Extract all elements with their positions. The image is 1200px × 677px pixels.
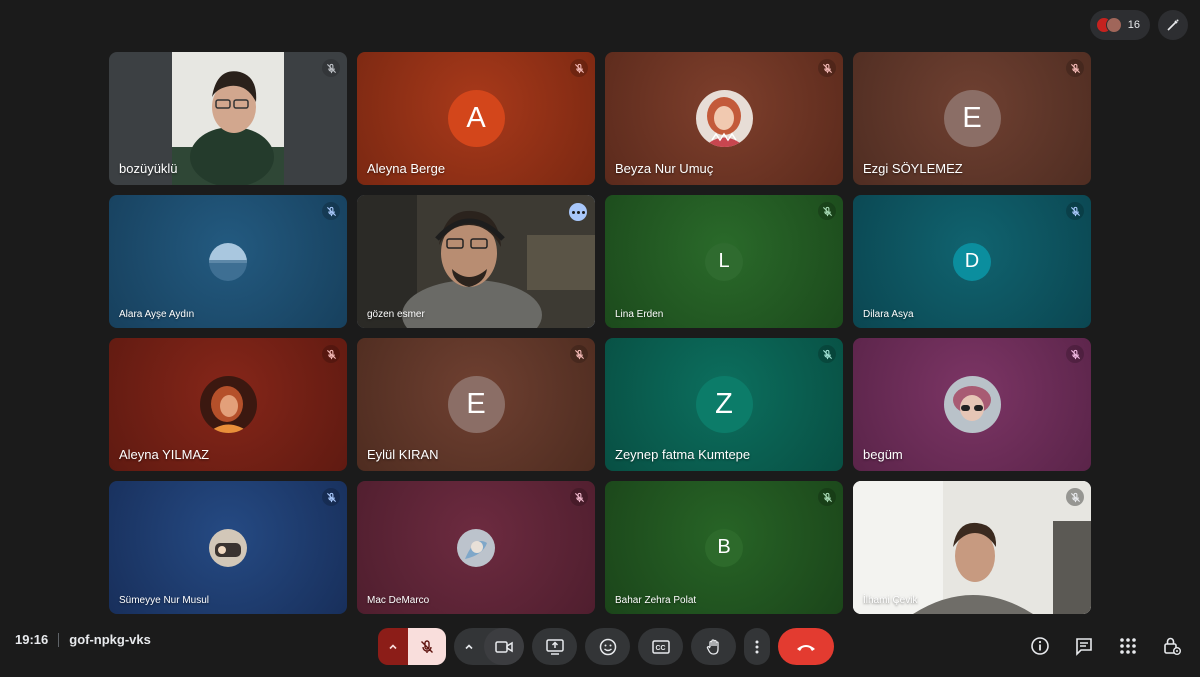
mic-control <box>378 628 446 665</box>
mic-off-icon <box>322 59 340 77</box>
participant-name: Beyza Nur Umuç <box>615 161 714 176</box>
apps-icon[interactable] <box>1116 634 1140 658</box>
present-screen-icon[interactable] <box>532 628 577 665</box>
mic-off-icon <box>570 488 588 506</box>
participant-tile[interactable]: Mac DeMarco <box>357 481 595 614</box>
camera-icon[interactable] <box>484 628 524 665</box>
mic-off-icon <box>570 59 588 77</box>
mic-off-icon <box>818 488 836 506</box>
avatar <box>457 528 495 567</box>
avatar <box>695 90 753 147</box>
chat-icon[interactable] <box>1072 634 1096 658</box>
participant-name: Aleyna Berge <box>367 161 446 176</box>
host-controls-icon[interactable] <box>1160 634 1184 658</box>
hand-icon[interactable] <box>691 628 736 665</box>
participant-name: Eylül KIRAN <box>367 447 439 462</box>
participant-tile[interactable]: D Dilara Asya <box>853 195 1091 328</box>
meeting-info: 19:16 gof-npkg-vks <box>15 632 151 647</box>
call-end-icon[interactable] <box>778 628 834 665</box>
mic-off-icon <box>322 488 340 506</box>
avatar <box>199 376 257 433</box>
participant-name: Aleyna YILMAZ <box>119 447 210 462</box>
meeting-time: 19:16 <box>15 632 49 647</box>
avatar: Z <box>695 376 753 433</box>
participant-tile[interactable]: Z Zeynep fatma Kumtepe <box>605 338 843 471</box>
participant-tile[interactable]: Sümeyye Nur Musul <box>109 481 347 614</box>
camera-control <box>454 628 524 665</box>
participants-button[interactable]: 16 <box>1089 10 1150 40</box>
participant-tile[interactable]: Alara Ayşe Aydın <box>109 195 347 328</box>
participant-avatars <box>1095 17 1122 33</box>
mic-off-icon <box>818 345 836 363</box>
participant-name: Ezgi SÖYLEMEZ <box>863 161 963 176</box>
divider <box>58 632 60 647</box>
mic-off-icon <box>818 59 836 77</box>
avatar <box>943 376 1001 433</box>
participant-tile[interactable]: Aleyna YILMAZ <box>109 338 347 471</box>
avatar <box>209 242 247 281</box>
info-icon[interactable] <box>1028 634 1052 658</box>
captions-icon[interactable]: CC <box>638 628 683 665</box>
mic-off-icon <box>322 345 340 363</box>
participant-grid: bozüyüklü A Aleyna Berge Beyza Nur Umuç … <box>109 52 1091 614</box>
mic-options-chevron-icon[interactable] <box>378 628 408 665</box>
participant-tile[interactable]: begüm <box>853 338 1091 471</box>
participant-tile[interactable]: E Ezgi SÖYLEMEZ <box>853 52 1091 185</box>
mic-off-icon <box>322 202 340 220</box>
side-panel-controls <box>1028 634 1184 658</box>
participant-name: Mac DeMarco <box>367 595 430 606</box>
participant-tile[interactable]: gözen esmer <box>357 195 595 328</box>
call-controls: CC <box>378 628 834 665</box>
more-options-icon[interactable] <box>569 203 587 221</box>
avatar <box>209 528 247 567</box>
participant-tile[interactable]: B Bahar Zehra Polat <box>605 481 843 614</box>
svg-text:CC: CC <box>655 645 665 652</box>
participant-name: Lina Erden <box>615 309 664 320</box>
participant-tile[interactable]: L Lina Erden <box>605 195 843 328</box>
camera-options-chevron-icon[interactable] <box>454 628 484 665</box>
participant-name: Zeynep fatma Kumtepe <box>615 447 751 462</box>
avatar: E <box>447 376 505 433</box>
participant-name: begüm <box>863 447 903 462</box>
participant-count: 16 <box>1127 19 1140 31</box>
avatar: D <box>953 242 991 281</box>
mic-off-icon <box>1066 488 1084 506</box>
mic-off-icon[interactable] <box>408 628 446 665</box>
participant-tile[interactable]: E Eylül KIRAN <box>357 338 595 471</box>
mic-off-icon <box>818 202 836 220</box>
participant-tile[interactable]: Beyza Nur Umuç <box>605 52 843 185</box>
mic-off-icon <box>1066 202 1084 220</box>
pen-icon[interactable] <box>1158 10 1188 40</box>
participant-name: Dilara Asya <box>863 309 914 320</box>
avatar: B <box>705 528 743 567</box>
participant-tile[interactable]: bozüyüklü <box>109 52 347 185</box>
mic-off-icon <box>1066 345 1084 363</box>
participant-name: Alara Ayşe Aydın <box>119 309 195 320</box>
more-vert-icon[interactable] <box>744 628 770 665</box>
mic-off-icon <box>1066 59 1084 77</box>
participant-name: gözen esmer <box>367 309 425 320</box>
participant-name: Bahar Zehra Polat <box>615 595 697 606</box>
participant-name: İlhami Çevik <box>863 595 918 606</box>
participant-video <box>172 52 284 185</box>
meeting-code: gof-npkg-vks <box>69 632 151 647</box>
participant-name: Sümeyye Nur Musul <box>119 595 210 606</box>
participant-name: bozüyüklü <box>119 161 178 176</box>
avatar: A <box>447 90 505 147</box>
top-right-controls: 16 <box>1089 10 1188 40</box>
mic-off-icon <box>570 345 588 363</box>
participant-tile[interactable]: İlhami Çevik <box>853 481 1091 614</box>
emoji-icon[interactable] <box>585 628 630 665</box>
participant-tile[interactable]: A Aleyna Berge <box>357 52 595 185</box>
avatar: E <box>943 90 1001 147</box>
avatar: L <box>705 242 743 281</box>
